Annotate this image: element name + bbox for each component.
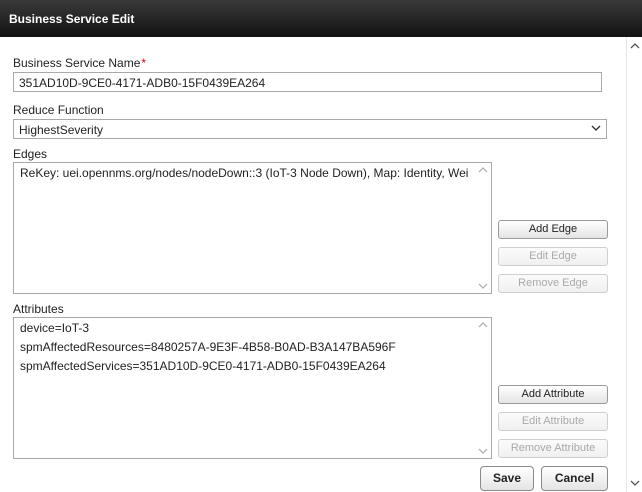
scroll-down-icon[interactable] [630,479,640,487]
add-edge-button[interactable]: Add Edge [498,220,608,239]
edges-list[interactable]: ReKey: uei.opennms.org/nodes/nodeDown::3… [13,162,492,294]
attribute-item[interactable]: spmAffectedServices=351AD10D-9CE0-4171-A… [14,357,468,376]
attributes-label: Attributes [13,302,64,316]
remove-attribute-button[interactable]: Remove Attribute [498,439,608,458]
dialog-content: Business Service Name* 351AD10D-9CE0-417… [0,37,642,492]
required-mark: * [141,56,147,70]
reduce-function-value: HighestSeverity [19,123,104,137]
add-attribute-button[interactable]: Add Attribute [498,385,608,404]
edges-label: Edges [13,147,48,161]
remove-edge-button[interactable]: Remove Edge [498,274,608,293]
scroll-up-icon[interactable] [478,166,488,174]
edge-item[interactable]: ReKey: uei.opennms.org/nodes/nodeDown::3… [14,164,468,183]
scroll-up-icon[interactable] [478,321,488,329]
edges-scrollbar[interactable] [475,163,491,293]
cancel-button[interactable]: Cancel [541,466,608,491]
reduce-function-label: Reduce Function [13,103,104,117]
attribute-item[interactable]: spmAffectedResources=8480257A-9E3F-4B58-… [14,338,468,357]
dialog-titlebar: Business Service Edit [0,0,642,37]
scroll-up-icon[interactable] [630,42,640,50]
business-service-name-input[interactable]: 351AD10D-9CE0-4171-ADB0-15F0439EA264 [13,72,602,92]
scroll-down-icon[interactable] [478,282,488,290]
name-label: Business Service Name* [13,56,146,70]
chevron-down-icon [591,125,601,131]
attributes-scrollbar[interactable] [475,318,491,458]
attributes-list[interactable]: device=IoT-3 spmAffectedResources=848025… [13,317,492,459]
save-button[interactable]: Save [480,466,534,491]
reduce-function-select[interactable]: HighestSeverity [13,119,607,139]
edit-edge-button[interactable]: Edit Edge [498,247,608,266]
name-label-text: Business Service Name [13,56,141,70]
dialog-title: Business Service Edit [9,12,135,26]
dialog-scrollbar[interactable] [626,37,642,492]
scroll-down-icon[interactable] [478,447,488,455]
attribute-item[interactable]: device=IoT-3 [14,319,468,338]
edit-attribute-button[interactable]: Edit Attribute [498,412,608,431]
